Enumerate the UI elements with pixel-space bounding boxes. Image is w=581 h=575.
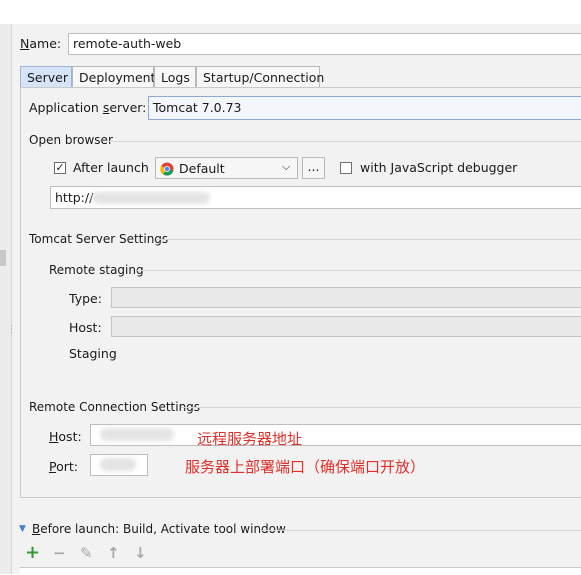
staging-type-select[interactable] bbox=[111, 287, 581, 308]
remote-staging-title: Remote staging bbox=[49, 263, 144, 277]
staging-label: Staging bbox=[69, 346, 117, 361]
host-annotation: 远程服务器地址 bbox=[197, 430, 303, 448]
after-launch-checkbox[interactable]: ✓ bbox=[54, 162, 66, 174]
browser-more-button[interactable]: ... bbox=[302, 157, 325, 179]
port-annotation: 服务器上部署端口（确保端口开放） bbox=[185, 458, 426, 476]
app-server-select[interactable]: Tomcat 7.0.73 bbox=[148, 96, 581, 120]
browser-url-value: http:// bbox=[55, 190, 94, 205]
remote-staging-divider bbox=[137, 270, 581, 271]
tab-logs[interactable]: Logs bbox=[154, 66, 196, 88]
redacted-port bbox=[100, 458, 136, 471]
left-panel-marker bbox=[0, 250, 6, 266]
name-value: remote-auth-web bbox=[73, 36, 182, 51]
left-panel-edge bbox=[0, 24, 12, 574]
before-launch-divider bbox=[262, 530, 581, 531]
remote-port-label: Port: bbox=[49, 459, 78, 474]
redacted-url bbox=[92, 192, 210, 204]
tab-server-label: Server bbox=[27, 70, 68, 85]
app-server-value: Tomcat 7.0.73 bbox=[153, 100, 242, 115]
remove-icon[interactable]: − bbox=[53, 545, 66, 561]
before-launch-label: Before launch: Build, Activate tool wind… bbox=[32, 522, 286, 536]
tomcat-settings-divider bbox=[157, 239, 581, 240]
tomcat-settings-title: Tomcat Server Settings bbox=[29, 232, 169, 246]
tab-startup-connection[interactable]: Startup/Connection bbox=[196, 66, 324, 88]
tab-deployment[interactable]: Deployment bbox=[72, 66, 156, 88]
name-field[interactable]: remote-auth-web bbox=[68, 33, 581, 55]
splitter-handle[interactable]: ⋮ bbox=[7, 326, 16, 344]
browser-select[interactable]: Default ⌵ bbox=[155, 157, 298, 179]
js-debugger-checkbox[interactable] bbox=[340, 162, 352, 174]
tab-deployment-label: Deployment bbox=[79, 70, 156, 85]
tab-server[interactable]: Server bbox=[20, 66, 72, 88]
browser-value: Default bbox=[179, 161, 225, 176]
name-label: Name: bbox=[20, 36, 62, 51]
app-server-label: Application server: bbox=[29, 100, 147, 115]
edit-icon[interactable]: ✎ bbox=[80, 545, 93, 561]
staging-host-select[interactable] bbox=[111, 316, 581, 337]
tab-logs-label: Logs bbox=[161, 70, 190, 85]
staging-type-label: Type: bbox=[69, 291, 102, 306]
js-debugger-label: with JavaScript debugger bbox=[360, 160, 518, 175]
open-browser-divider bbox=[108, 141, 581, 142]
remote-connection-divider bbox=[181, 407, 581, 408]
chrome-icon bbox=[160, 162, 174, 176]
chevron-down-icon: ⌵ bbox=[282, 160, 291, 173]
remote-host-label: Host: bbox=[49, 429, 82, 444]
remote-connection-title: Remote Connection Settings bbox=[29, 400, 201, 414]
checkmark-icon: ✓ bbox=[55, 161, 65, 174]
move-down-icon[interactable]: ↓ bbox=[134, 545, 147, 561]
open-browser-title: Open browser bbox=[29, 133, 113, 147]
move-up-icon[interactable]: ↑ bbox=[107, 545, 120, 561]
staging-host-label: Host: bbox=[69, 320, 102, 335]
more-button-label: ... bbox=[307, 159, 320, 174]
after-launch-label: After launch bbox=[73, 160, 149, 175]
collapse-triangle-icon[interactable]: ▼ bbox=[19, 524, 26, 534]
add-icon[interactable]: + bbox=[25, 544, 40, 562]
redacted-host bbox=[100, 428, 174, 441]
tab-startup-connection-label: Startup/Connection bbox=[203, 70, 325, 85]
